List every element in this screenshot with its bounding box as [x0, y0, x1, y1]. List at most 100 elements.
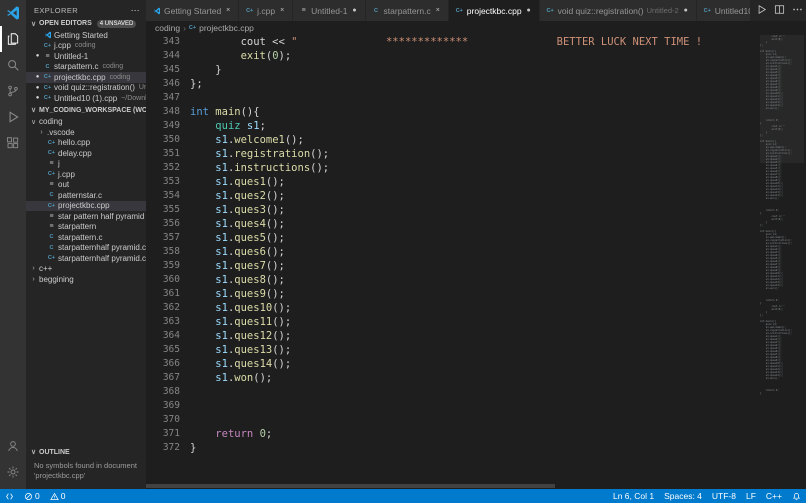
- outline-header[interactable]: ∨ OUTLINE: [26, 446, 146, 459]
- tree-item[interactable]: C+ hello.cpp: [26, 138, 146, 149]
- breadcrumb-item-folder[interactable]: coding: [155, 23, 180, 33]
- activity-bar-item-run-debug[interactable]: [0, 104, 26, 130]
- tree-item[interactable]: Cstarpatternhalf pyramid.c: [26, 243, 147, 254]
- notifications-bell[interactable]: [787, 489, 806, 503]
- tree-item[interactable]: ≡ starpattern: [26, 222, 146, 233]
- code-line[interactable]: 361 s1.ques9();: [146, 287, 758, 301]
- code-line[interactable]: 364 s1.ques12();: [146, 329, 758, 343]
- code-line[interactable]: 360 s1.ques8();: [146, 273, 758, 287]
- open-editor-item[interactable]: Cstarpattern.c coding: [26, 62, 146, 73]
- indentation-indicator[interactable]: Spaces: 4: [659, 489, 707, 503]
- code-line[interactable]: 358 s1.ques6();: [146, 245, 758, 259]
- tree-item[interactable]: ≡ out: [26, 180, 146, 191]
- tree-item[interactable]: › .vscode: [26, 127, 146, 138]
- open-editor-item[interactable]: ●C+Untitled10 (1).cpp~/Downloads: [26, 93, 146, 104]
- more-actions-button[interactable]: [792, 2, 803, 20]
- code-line[interactable]: 343 cout << " ************* BETTER LUCK …: [146, 35, 758, 49]
- tree-item[interactable]: ≡ j: [26, 159, 146, 170]
- open-editors-header[interactable]: ∨ OPEN EDITORS 4 UNSAVED: [26, 17, 146, 30]
- tree-item[interactable]: Cstarpattern.c: [26, 232, 146, 243]
- code-line[interactable]: 362 s1.ques10();: [146, 301, 758, 315]
- dirty-indicator[interactable]: ●: [682, 7, 690, 14]
- workspace-header[interactable]: ∨ MY_CODING_WORKSPACE (WORKSPACE): [26, 104, 146, 117]
- code-line[interactable]: 369: [146, 399, 758, 413]
- files-icon: [6, 32, 20, 46]
- line-content: s1.ques2();: [215, 190, 285, 202]
- tab-untitled-1[interactable]: ≡ Untitled-1 ●: [293, 0, 366, 21]
- code-line[interactable]: 357 s1.ques5();: [146, 231, 758, 245]
- activity-bar-item-search[interactable]: [0, 52, 26, 78]
- dirty-indicator[interactable]: ●: [351, 7, 359, 14]
- code-line[interactable]: 365 s1.ques13();: [146, 343, 758, 357]
- tree-item[interactable]: › beggining: [26, 274, 146, 285]
- run-button[interactable]: [756, 2, 767, 20]
- tree-item[interactable]: Cpatternstar.c: [26, 190, 146, 201]
- line-col-indicator[interactable]: Ln 6, Col 1: [608, 489, 659, 503]
- code-line[interactable]: 345 }: [146, 63, 758, 77]
- code-line[interactable]: 368: [146, 385, 758, 399]
- cpp-file-icon: C+: [47, 171, 56, 178]
- problems-errors[interactable]: 0: [19, 489, 45, 503]
- tree-item[interactable]: C+ starpatternhalf pyramid.cpp: [26, 253, 146, 264]
- activity-bar-item-explorer[interactable]: [0, 26, 26, 52]
- close-icon[interactable]: ×: [224, 7, 232, 14]
- tree-item[interactable]: C+ projectkbc.cpp: [26, 200, 146, 211]
- language-indicator[interactable]: C++: [761, 489, 787, 503]
- tree-item-label: starpattern: [58, 222, 97, 232]
- close-icon[interactable]: ×: [278, 7, 286, 14]
- code-line[interactable]: 366 s1.ques14();: [146, 357, 758, 371]
- activity-bar-item-extensions[interactable]: [0, 130, 26, 156]
- eol-indicator[interactable]: LF: [741, 489, 761, 503]
- activity-bar-item-settings[interactable]: [0, 459, 26, 485]
- close-icon[interactable]: ×: [434, 7, 442, 14]
- tab-void-quiz-registration-[interactable]: C+ void quiz::registration() Untitled-2 ●: [539, 0, 697, 21]
- encoding-indicator[interactable]: UTF-8: [707, 489, 741, 503]
- open-editor-item[interactable]: ● C+ projectkbc.cpp coding: [26, 72, 146, 83]
- code-line[interactable]: 348 int main(){: [146, 105, 758, 119]
- tree-item[interactable]: › c++: [26, 264, 146, 275]
- code-line[interactable]: 344 exit(0);: [146, 49, 758, 63]
- more-actions-icon[interactable]: ⋯: [131, 5, 140, 16]
- code-line[interactable]: 363 s1.ques11();: [146, 315, 758, 329]
- code-line[interactable]: 346};: [146, 77, 758, 91]
- code-line[interactable]: 371 return 0;: [146, 427, 758, 441]
- code-line[interactable]: 350 s1.welcome1();: [146, 133, 758, 147]
- code-line[interactable]: 359 s1.ques7();: [146, 259, 758, 273]
- tab-getting-started[interactable]: Getting Started ×: [146, 0, 240, 21]
- open-editor-label: starpattern.c: [54, 62, 99, 72]
- tab-starpattern-c[interactable]: Cstarpattern.c ×: [365, 0, 449, 21]
- dirty-indicator[interactable]: ●: [525, 7, 533, 14]
- split-editor-button[interactable]: [774, 2, 785, 20]
- code-line[interactable]: 352 s1.instructions();: [146, 161, 758, 175]
- open-editor-item[interactable]: ● ≡ Untitled-1: [26, 51, 146, 62]
- tree-item[interactable]: C+ delay.cpp: [26, 148, 146, 159]
- tree-item[interactable]: ∨ coding: [26, 117, 146, 128]
- remote-indicator[interactable]: [0, 489, 19, 503]
- minimap[interactable]: cout << " ************* BETTER LUCK NEXT…: [760, 35, 804, 489]
- code-line[interactable]: 372}: [146, 441, 758, 455]
- code-line[interactable]: 349 quiz s1;: [146, 119, 758, 133]
- code-line[interactable]: 353 s1.ques1();: [146, 175, 758, 189]
- code-area[interactable]: 343 cout << " ************* BETTER LUCK …: [146, 35, 758, 489]
- minimap-slider[interactable]: [760, 35, 804, 163]
- horizontal-scrollbar[interactable]: [146, 484, 556, 488]
- code-line[interactable]: 354 s1.ques2();: [146, 189, 758, 203]
- open-editor-item[interactable]: Getting Started: [26, 30, 146, 41]
- code-line[interactable]: 370: [146, 413, 758, 427]
- open-editor-item[interactable]: ●C+void quiz::registration()Untitl...: [26, 83, 146, 94]
- tab-j-cpp[interactable]: C+ j.cpp ×: [239, 0, 294, 21]
- problems-warnings[interactable]: 0: [45, 489, 71, 503]
- dirty-indicator: ●: [35, 95, 40, 102]
- open-editor-item[interactable]: C+ j.cpp coding: [26, 41, 146, 52]
- code-line[interactable]: 356 s1.ques4();: [146, 217, 758, 231]
- code-line[interactable]: 355 s1.ques3();: [146, 203, 758, 217]
- code-line[interactable]: 347: [146, 91, 758, 105]
- breadcrumb-item-file[interactable]: projectkbc.cpp: [199, 23, 254, 33]
- code-line[interactable]: 367 s1.won();: [146, 371, 758, 385]
- tab-projectkbc-cpp[interactable]: C+ projectkbc.cpp ●: [448, 0, 540, 21]
- tree-item[interactable]: C+ j.cpp: [26, 169, 146, 180]
- activity-bar-item-source-control[interactable]: [0, 78, 26, 104]
- tree-item[interactable]: ≡ star pattern half pyramid: [26, 211, 146, 222]
- code-line[interactable]: 351 s1.registration();: [146, 147, 758, 161]
- activity-bar-item-account[interactable]: [0, 433, 26, 459]
